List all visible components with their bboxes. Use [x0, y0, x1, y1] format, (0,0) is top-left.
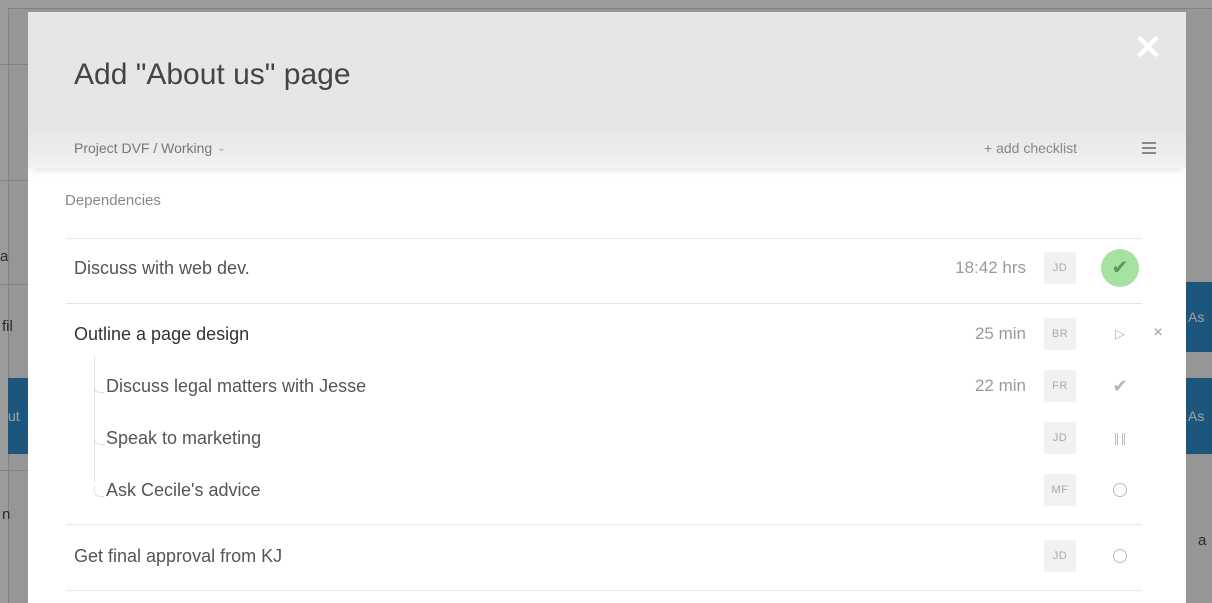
subtask-name: Ask Cecile's advice	[106, 480, 261, 500]
breadcrumb-label: Project DVF / Working	[74, 140, 213, 156]
assignee-avatar[interactable]: JD	[1044, 252, 1076, 284]
remove-icon[interactable]: ×	[1148, 323, 1168, 343]
chevron-down-icon: ⌄	[217, 143, 226, 154]
task-time: 18:42 hrs	[955, 258, 1026, 277]
task-row[interactable]: Discuss with web dev. 18:42 hrs JD ✔	[28, 248, 1186, 288]
subtask-name: Discuss legal matters with Jesse	[106, 376, 367, 396]
task-time: 25 min	[974, 324, 1026, 343]
modal-title: Add "About us" page	[74, 58, 351, 91]
add-checklist-button[interactable]: + add checklist	[984, 140, 1077, 156]
task-row[interactable]: Outline a page design 25 min BR ▷ ×	[28, 314, 1186, 354]
task-name: Outline a page design	[74, 324, 250, 344]
subtask-row[interactable]: Ask Cecile's advice MF	[28, 470, 1186, 510]
row-divider	[66, 590, 1142, 591]
subtask-time: 22 min	[974, 376, 1026, 395]
check-circle-icon[interactable]: ✔	[1101, 249, 1139, 287]
assignee-avatar[interactable]: JD	[1044, 422, 1076, 454]
close-icon[interactable]: ✕	[1128, 28, 1168, 68]
modal-header: Add "About us" page ✕	[28, 12, 1186, 130]
subtask-name: Speak to marketing	[106, 428, 262, 448]
row-divider	[66, 524, 1142, 525]
pause-icon[interactable]	[1104, 422, 1136, 454]
subtask-row[interactable]: Speak to marketing JD	[28, 418, 1186, 458]
task-row[interactable]: Get final approval from KJ JD	[28, 536, 1186, 576]
row-divider	[66, 238, 1142, 239]
modal-toolbar: Project DVF / Working ⌄ + add checklist	[28, 130, 1186, 168]
task-modal: Add "About us" page ✕ Project DVF / Work…	[28, 12, 1186, 603]
task-name: Discuss with web dev.	[74, 258, 250, 278]
subtask-row[interactable]: Discuss legal matters with Jesse 22 min …	[28, 366, 1186, 406]
play-icon[interactable]: ▷	[1104, 318, 1136, 350]
project-breadcrumb[interactable]: Project DVF / Working ⌄	[74, 140, 226, 156]
hamburger-menu-icon[interactable]	[1142, 142, 1156, 156]
assignee-avatar[interactable]: BR	[1044, 318, 1076, 350]
circle-icon[interactable]	[1104, 540, 1136, 572]
dependencies-label: Dependencies	[65, 192, 161, 209]
task-name: Get final approval from KJ	[74, 546, 283, 566]
assignee-avatar[interactable]: FR	[1044, 370, 1076, 402]
assignee-avatar[interactable]: JD	[1044, 540, 1076, 572]
check-icon[interactable]: ✔	[1104, 370, 1136, 402]
circle-icon[interactable]	[1104, 474, 1136, 506]
row-divider	[66, 303, 1142, 304]
assignee-avatar[interactable]: MF	[1044, 474, 1076, 506]
